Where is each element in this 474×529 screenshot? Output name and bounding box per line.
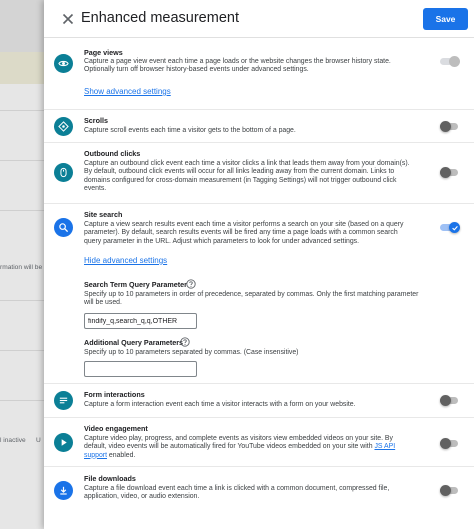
background-divider — [0, 210, 44, 211]
panel-content: Page views Capture a page view event eac… — [44, 38, 474, 529]
form-interactions-toggle[interactable] — [440, 395, 460, 406]
background-text: l inactive — [0, 437, 26, 444]
panel-title: Enhanced measurement — [81, 10, 239, 26]
file-downloads-toggle[interactable] — [440, 485, 460, 496]
show-advanced-settings-link[interactable]: Show advanced settings — [84, 87, 171, 96]
form-interactions-title: Form interactions — [84, 390, 145, 399]
file-downloads-icon-badge — [54, 481, 73, 500]
page-views-title: Page views — [84, 48, 123, 57]
search-term-query-parameter-description: Specify up to 10 parameters in order of … — [84, 291, 419, 307]
toggle-knob — [440, 485, 451, 496]
video-engagement-description: Capture video play, progress, and comple… — [84, 435, 414, 460]
section-divider — [44, 109, 474, 110]
section-divider — [44, 142, 474, 143]
toggle-knob — [449, 222, 460, 233]
additional-query-parameters-input[interactable] — [84, 361, 197, 377]
form-interactions-icon-badge — [54, 391, 73, 410]
section-divider — [44, 203, 474, 204]
form-interactions-description: Capture a form interaction event each ti… — [84, 401, 356, 408]
toggle-knob — [440, 438, 451, 449]
form-icon — [59, 397, 68, 404]
help-icon[interactable] — [186, 279, 196, 289]
file-downloads-title: File downloads — [84, 474, 136, 483]
outbound-clicks-description: Capture an outbound click event each tim… — [84, 160, 410, 193]
site-search-description: Capture a view search results event each… — [84, 221, 404, 245]
scrolls-toggle[interactable] — [440, 121, 460, 132]
site-search-toggle[interactable] — [440, 222, 460, 233]
checkmark-icon — [451, 225, 458, 231]
search-term-query-parameter-label: Search Term Query Parameter — [84, 280, 187, 289]
page-views-icon-badge — [54, 54, 73, 73]
page-views-toggle[interactable] — [440, 56, 460, 67]
panel-header: Enhanced measurement Save — [44, 0, 474, 38]
background-header — [0, 0, 44, 52]
video-engagement-icon-badge — [54, 433, 73, 452]
toggle-knob — [440, 121, 451, 132]
video-engagement-title: Video engagement — [84, 424, 148, 433]
background-text: U — [36, 437, 41, 444]
background-divider — [0, 350, 44, 351]
download-icon — [60, 486, 67, 495]
background-divider — [0, 110, 44, 111]
background-divider — [0, 300, 44, 301]
video-engagement-description-text: Capture video play, progress, and comple… — [84, 435, 393, 451]
mouse-icon — [60, 167, 67, 178]
outbound-clicks-toggle[interactable] — [440, 167, 460, 178]
scrolls-icon-badge — [54, 117, 73, 136]
video-engagement-description-end: enabled. — [106, 451, 136, 459]
crosshair-icon — [58, 121, 69, 132]
search-term-query-parameter-input[interactable] — [84, 313, 197, 329]
enhanced-measurement-panel: Enhanced measurement Save Page views Cap… — [44, 0, 474, 529]
video-engagement-toggle[interactable] — [440, 438, 460, 449]
background-text: rmation will be — [0, 264, 43, 271]
outbound-clicks-title: Outbound clicks — [84, 149, 141, 158]
save-button[interactable]: Save — [423, 8, 468, 30]
outbound-clicks-icon-badge — [54, 163, 73, 182]
close-button[interactable] — [60, 11, 76, 27]
eye-icon — [58, 60, 69, 67]
section-divider — [44, 417, 474, 418]
background-divider — [0, 160, 44, 161]
help-icon[interactable] — [180, 337, 190, 347]
toggle-knob — [440, 167, 451, 178]
background-divider — [0, 400, 44, 401]
background-highlight-row — [0, 52, 44, 84]
toggle-knob — [449, 56, 460, 67]
search-icon — [59, 223, 69, 233]
scrolls-description: Capture scroll events each time a visito… — [84, 127, 296, 134]
section-divider — [44, 466, 474, 467]
additional-query-parameters-description: Specify up to 10 parameters separated by… — [84, 349, 299, 356]
page-views-description: Capture a page view event each time a pa… — [84, 58, 391, 74]
scrolls-title: Scrolls — [84, 116, 108, 125]
additional-query-parameters-label: Additional Query Parameters — [84, 338, 184, 347]
file-downloads-description: Capture a file download event each time … — [84, 485, 390, 501]
hide-advanced-settings-link[interactable]: Hide advanced settings — [84, 256, 167, 265]
close-icon — [62, 13, 74, 25]
site-search-icon-badge — [54, 218, 73, 237]
play-icon — [61, 439, 67, 446]
section-divider — [44, 383, 474, 384]
toggle-knob — [440, 395, 451, 406]
site-search-title: Site search — [84, 210, 123, 219]
